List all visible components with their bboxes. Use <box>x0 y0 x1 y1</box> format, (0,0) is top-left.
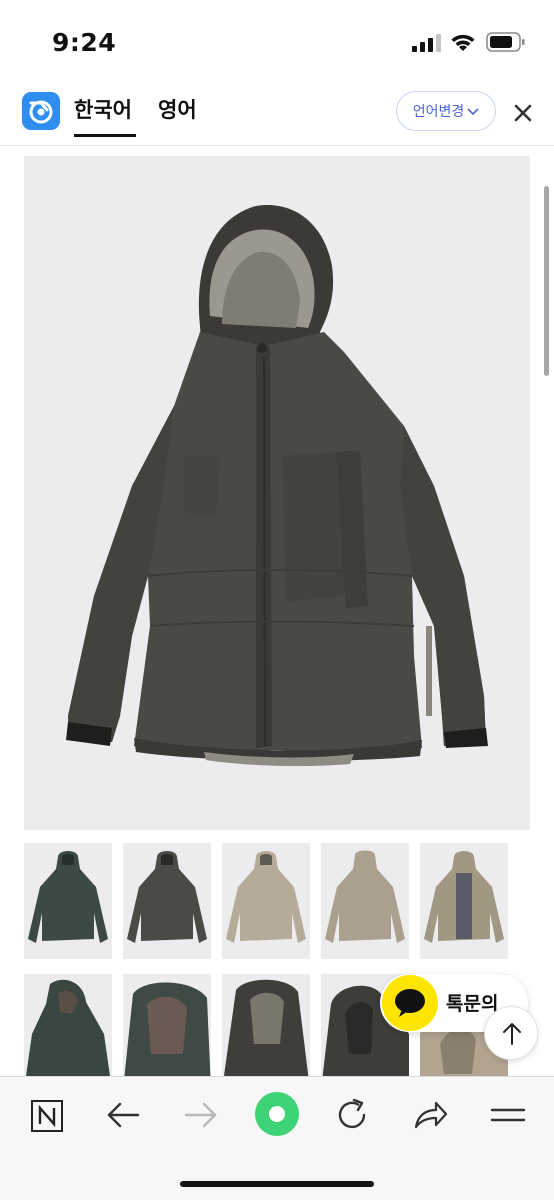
green-dot-button[interactable] <box>254 1091 300 1137</box>
browser-toolbar <box>0 1076 554 1200</box>
naver-home-button[interactable] <box>26 1093 70 1137</box>
scroll-to-top-button[interactable] <box>484 1006 538 1060</box>
thumbnail-jacket <box>424 851 504 943</box>
tab-korean[interactable]: 한국어 <box>74 94 132 124</box>
thumbnail-7[interactable] <box>123 974 211 1090</box>
thumbnail-jacket <box>123 982 211 1090</box>
product-main-image[interactable] <box>24 156 530 830</box>
naver-icon <box>31 1100 63 1132</box>
wifi-icon <box>451 34 475 51</box>
thumbnail-jacket <box>28 851 108 943</box>
thumbnail-jacket <box>222 979 310 1090</box>
close-icon[interactable] <box>508 98 538 128</box>
arrow-up-icon <box>503 1023 521 1045</box>
language-change-label: 언어변경 <box>412 104 465 120</box>
forward-button[interactable] <box>178 1093 222 1137</box>
menu-button[interactable] <box>486 1093 530 1137</box>
thumbnail-jacket <box>24 979 112 1090</box>
share-button[interactable] <box>408 1093 452 1137</box>
back-button[interactable] <box>102 1093 146 1137</box>
thumbnail-jacket <box>127 851 207 943</box>
menu-icon <box>490 1108 526 1122</box>
battery-icon <box>486 32 525 52</box>
language-bar: 한국어 영어 언어변경 <box>0 80 554 146</box>
chat-label: 톡문의 <box>446 993 499 1015</box>
thumbnail-jacket <box>226 851 306 943</box>
status-time: 9:24 <box>52 28 117 57</box>
status-bar: 9:24 <box>0 0 554 80</box>
chevron-down-icon <box>467 108 479 116</box>
language-change-button[interactable]: 언어변경 <box>396 91 496 131</box>
share-icon <box>414 1101 448 1129</box>
green-dot-icon <box>255 1092 299 1136</box>
active-tab-indicator <box>74 134 136 137</box>
kakao-chat-icon <box>382 975 438 1031</box>
refresh-icon <box>338 1098 366 1129</box>
jacket-illustration <box>66 205 488 767</box>
back-arrow-icon <box>107 1102 140 1128</box>
thumbnail-2[interactable] <box>123 843 211 959</box>
home-indicator <box>180 1181 374 1187</box>
scrollbar[interactable] <box>544 186 549 376</box>
thumbnail-3[interactable] <box>222 843 310 959</box>
translate-logo-icon <box>22 92 60 130</box>
thumbnail-8[interactable] <box>222 974 310 1090</box>
thumbnail-4[interactable] <box>321 843 409 959</box>
tab-english[interactable]: 영어 <box>158 94 197 124</box>
forward-arrow-icon <box>184 1102 217 1128</box>
refresh-button[interactable] <box>330 1093 374 1137</box>
thumbnail-6[interactable] <box>24 974 112 1090</box>
thumbnail-5[interactable] <box>420 843 508 959</box>
thumbnail-jacket <box>325 850 405 943</box>
signal-icon <box>412 34 441 52</box>
thumbnail-1[interactable] <box>24 843 112 959</box>
